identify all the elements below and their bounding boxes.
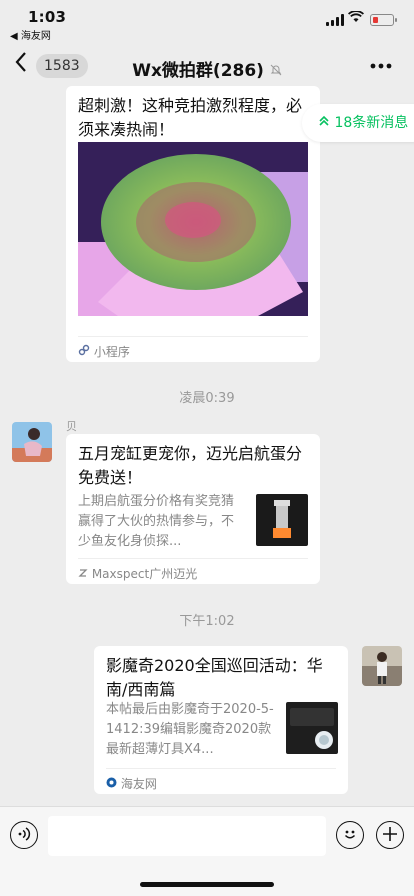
status-time: 1:03	[28, 8, 67, 26]
signal-icon	[326, 14, 344, 26]
article-thumbnail	[286, 702, 338, 754]
message-input[interactable]	[48, 816, 326, 856]
status-bar: 1:03 ◀ 海友网	[0, 0, 414, 44]
timestamp: 下午1:02	[179, 614, 235, 629]
card-title: 超刺激！这种竞拍激烈程度，必须来凑热闹！	[78, 96, 303, 139]
timestamp: 凌晨0:39	[179, 391, 235, 406]
card-source: Maxspect广州迈光	[78, 558, 308, 582]
card-title: 影魔奇2020全国巡回活动：华南/西南篇	[106, 656, 323, 699]
article-thumbnail	[256, 494, 308, 546]
site-logo-icon	[106, 777, 121, 791]
mini-program-icon	[78, 344, 94, 359]
coral-photo[interactable]	[78, 142, 308, 316]
more-options-icon[interactable]	[370, 50, 392, 75]
mute-bell-icon	[266, 64, 282, 79]
home-indicator	[140, 882, 274, 887]
card-description: 本帖最后由影魔奇于2020-5-1412:39编辑影魔奇2020款最新超薄灯具X…	[106, 702, 274, 757]
chat-title-wrap: Wx微拍群(286)	[0, 56, 414, 81]
back-to-app-link[interactable]: ◀ 海友网	[10, 27, 51, 42]
add-more-icon[interactable]	[376, 821, 404, 849]
sender-name: 贝	[66, 420, 77, 433]
card-title: 五月宠缸更宠你，迈光启航蛋分免费送！	[78, 444, 303, 487]
source-label: Maxspect广州迈光	[91, 567, 198, 581]
wifi-icon	[347, 10, 365, 27]
article-source-icon	[78, 567, 92, 581]
emoji-icon[interactable]	[336, 821, 364, 849]
double-chevron-up-icon	[318, 115, 334, 131]
new-messages-label: 18条新消息	[334, 115, 409, 131]
avatar[interactable]	[12, 422, 52, 462]
battery-icon	[370, 14, 397, 26]
voice-input-icon[interactable]	[10, 821, 38, 849]
source-label: 海友网	[120, 777, 157, 791]
chat-title: Wx微拍群(286)	[132, 61, 264, 81]
chat-header: 1583 Wx微拍群(286)	[0, 44, 414, 88]
card-source: 海友网	[106, 768, 336, 792]
avatar[interactable]	[362, 646, 402, 686]
new-messages-pill[interactable]: 18条新消息	[302, 104, 414, 142]
card-source: 小程序	[78, 336, 308, 360]
source-label: 小程序	[93, 345, 130, 359]
card-description: 上期启航蛋分价格有奖竞猜赢得了大伙的热情参与，不少鱼友化身侦探...	[78, 494, 235, 549]
